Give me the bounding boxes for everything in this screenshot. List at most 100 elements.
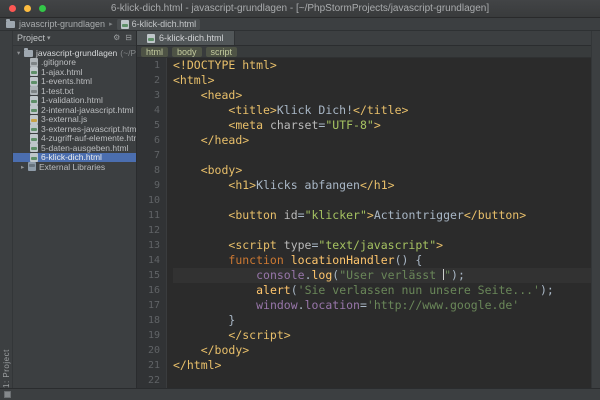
line-number: 2 bbox=[153, 75, 160, 86]
tree-collapsed-icon[interactable]: ▸ bbox=[21, 163, 28, 171]
code-line-7[interactable] bbox=[173, 148, 591, 163]
tree-item-6-klick-dich.html[interactable]: 6-klick-dich.html bbox=[13, 152, 136, 163]
line-number: 21 bbox=[147, 360, 160, 371]
code-token: Actiontrigger bbox=[373, 208, 464, 222]
html-file-icon bbox=[30, 143, 38, 153]
tree-expanded-icon[interactable]: ▾ bbox=[17, 49, 24, 57]
tree-root-label: javascript-grundlagen bbox=[36, 48, 118, 58]
hide-panel-icon[interactable]: ⊟ bbox=[125, 34, 132, 42]
code-line-17[interactable]: window.location='http://www.google.de' bbox=[173, 298, 591, 313]
tree-item-1-test.txt[interactable]: 1-test.txt bbox=[13, 86, 136, 96]
code-line-11[interactable]: <button id="klicker">Actiontrigger</butt… bbox=[173, 208, 591, 223]
tree-root-javascript-grundlagen[interactable]: ▾ javascript-grundlagen (~/PhpStormProje… bbox=[13, 48, 136, 58]
code-line-2[interactable]: <html> bbox=[173, 73, 591, 88]
code-line-12[interactable] bbox=[173, 223, 591, 238]
folder-icon bbox=[24, 48, 33, 57]
code-line-18[interactable]: } bbox=[173, 313, 591, 328]
code-token: "UTF-8" bbox=[325, 118, 374, 132]
code-token: console bbox=[256, 268, 305, 282]
code-line-21[interactable]: </html> bbox=[173, 358, 591, 373]
breadcrumb-script[interactable]: script bbox=[205, 46, 238, 57]
code-line-8[interactable]: <body> bbox=[173, 163, 591, 178]
gutter: 1 2 3 4 5 6 7 8 9 10 11 12 13 14 15 16 17 18 19 20 21 22 bbox=[137, 58, 167, 388]
tree-item-1-ajax.html[interactable]: 1-ajax.html bbox=[13, 67, 136, 77]
code-token: . bbox=[304, 268, 312, 282]
code-line-19[interactable]: </script> bbox=[173, 328, 591, 343]
code-lines[interactable]: <!DOCTYPE html> <html> <head> <title>Klic… bbox=[167, 58, 591, 388]
panel-title[interactable]: Project bbox=[17, 33, 45, 43]
chevron-down-icon[interactable]: ▾ bbox=[47, 34, 51, 42]
code-line-6[interactable]: </head> bbox=[173, 133, 591, 148]
window-title: 6-klick-dich.html - javascript-grundlage… bbox=[110, 3, 490, 14]
code-token: "User verlässt bbox=[339, 268, 444, 282]
tree-item-2-internal-javascript.html[interactable]: 2-internal-javascript.html bbox=[13, 105, 136, 115]
close-window-button[interactable] bbox=[9, 5, 16, 12]
breadcrumb-body[interactable]: body bbox=[172, 46, 202, 57]
code-line-14[interactable]: function locationHandler() { bbox=[173, 253, 591, 268]
html-file-icon bbox=[30, 95, 38, 105]
code-line-4[interactable]: <title>Klick Dich!</title> bbox=[173, 103, 591, 118]
minimize-window-button[interactable] bbox=[24, 5, 31, 12]
code-token: Klicks abfangen bbox=[256, 178, 360, 192]
code-token: function bbox=[228, 253, 284, 267]
gear-icon[interactable]: ⚙ bbox=[113, 34, 120, 42]
code-token: log bbox=[311, 268, 333, 282]
zoom-window-button[interactable] bbox=[39, 5, 46, 12]
titlebar[interactable]: 6-klick-dich.html - javascript-grundlage… bbox=[0, 0, 600, 18]
code-line-22[interactable] bbox=[173, 373, 591, 388]
code-token: <body> bbox=[200, 163, 243, 177]
tree-item-5-daten-ausgeben.html[interactable]: 5-daten-ausgeben.html bbox=[13, 143, 136, 153]
project-tree-items: .gitignore 1-ajax.html 1-events.html 1-test… bbox=[13, 57, 136, 163]
code-token: <head> bbox=[200, 88, 243, 102]
tree-item-.gitignore[interactable]: .gitignore bbox=[13, 57, 136, 67]
code-editor[interactable]: 1 2 3 4 5 6 7 8 9 10 11 12 13 14 15 16 17 18 19 20 21 22 <!DO… bbox=[137, 58, 591, 388]
tree-external-libraries[interactable]: ▸ External Libraries bbox=[13, 162, 136, 172]
code-token: </script> bbox=[228, 328, 291, 342]
code-token: . bbox=[297, 298, 305, 312]
project-tool-window-button[interactable]: 1: Project bbox=[2, 39, 11, 388]
line-number: 17 bbox=[147, 300, 160, 311]
breadcrumb-html[interactable]: html bbox=[141, 46, 169, 57]
tree-item-3-external.js[interactable]: 3-external.js bbox=[13, 114, 136, 125]
tab-6-klick-dich-html[interactable]: 6-klick-dich.html bbox=[137, 31, 235, 45]
code-token: <title> bbox=[228, 103, 277, 117]
code-line-1[interactable]: <!DOCTYPE html> bbox=[173, 58, 591, 73]
tree-item-label: 3-external.js bbox=[41, 114, 88, 125]
code-token: 'Sie verlassen nun unsere Seite...' bbox=[297, 283, 540, 297]
line-number: 9 bbox=[153, 180, 160, 191]
code-line-16[interactable]: alert('Sie verlassen nun unsere Seite...… bbox=[173, 283, 591, 298]
html-file-icon bbox=[30, 124, 38, 134]
nav-crumb-file[interactable]: 6-klick-dich.html bbox=[116, 18, 201, 30]
tree-item-label: 6-klick-dich.html bbox=[41, 152, 102, 163]
code-token: </head> bbox=[200, 133, 250, 147]
code-token: window bbox=[256, 298, 298, 312]
tree-item-1-events.html[interactable]: 1-events.html bbox=[13, 77, 136, 86]
code-token: </body> bbox=[200, 343, 250, 357]
code-line-3[interactable]: <head> bbox=[173, 88, 591, 103]
window-controls bbox=[9, 5, 46, 12]
code-line-10[interactable] bbox=[173, 193, 591, 208]
text-file-icon bbox=[30, 57, 38, 67]
tree-item-1-validation.html[interactable]: 1-validation.html bbox=[13, 95, 136, 105]
code-line-15[interactable]: console.log("User verlässt "); bbox=[173, 268, 591, 283]
line-number: 13 bbox=[147, 240, 160, 251]
editor-column: 6-klick-dich.html html body script 1234567… bbox=[137, 31, 591, 388]
tree-item-4-zugriff-auf-elemente.html[interactable]: 4-zugriff-auf-elemente.html bbox=[13, 134, 136, 143]
tree-root-path: (~/PhpStormProjects/javascript-grundlage… bbox=[120, 48, 136, 58]
tree-item-3-externes-javascript.html[interactable]: 3-externes-javascript.html bbox=[13, 124, 136, 134]
code-line-20[interactable]: </body> bbox=[173, 343, 591, 358]
code-token: <button bbox=[228, 208, 284, 222]
toolwindow-switcher-icon[interactable] bbox=[4, 391, 11, 398]
code-line-9[interactable]: <h1>Klicks abfangen</h1> bbox=[173, 178, 591, 193]
code-line-5[interactable]: <meta charset="UTF-8"> bbox=[173, 118, 591, 133]
code-line-13[interactable]: <script type="text/javascript"> bbox=[173, 238, 591, 253]
tree-item-label: 3-externes-javascript.html bbox=[41, 124, 136, 134]
code-token: "text/javascript" bbox=[318, 238, 437, 252]
nav-crumb-project[interactable]: javascript-grundlagen bbox=[19, 19, 105, 29]
